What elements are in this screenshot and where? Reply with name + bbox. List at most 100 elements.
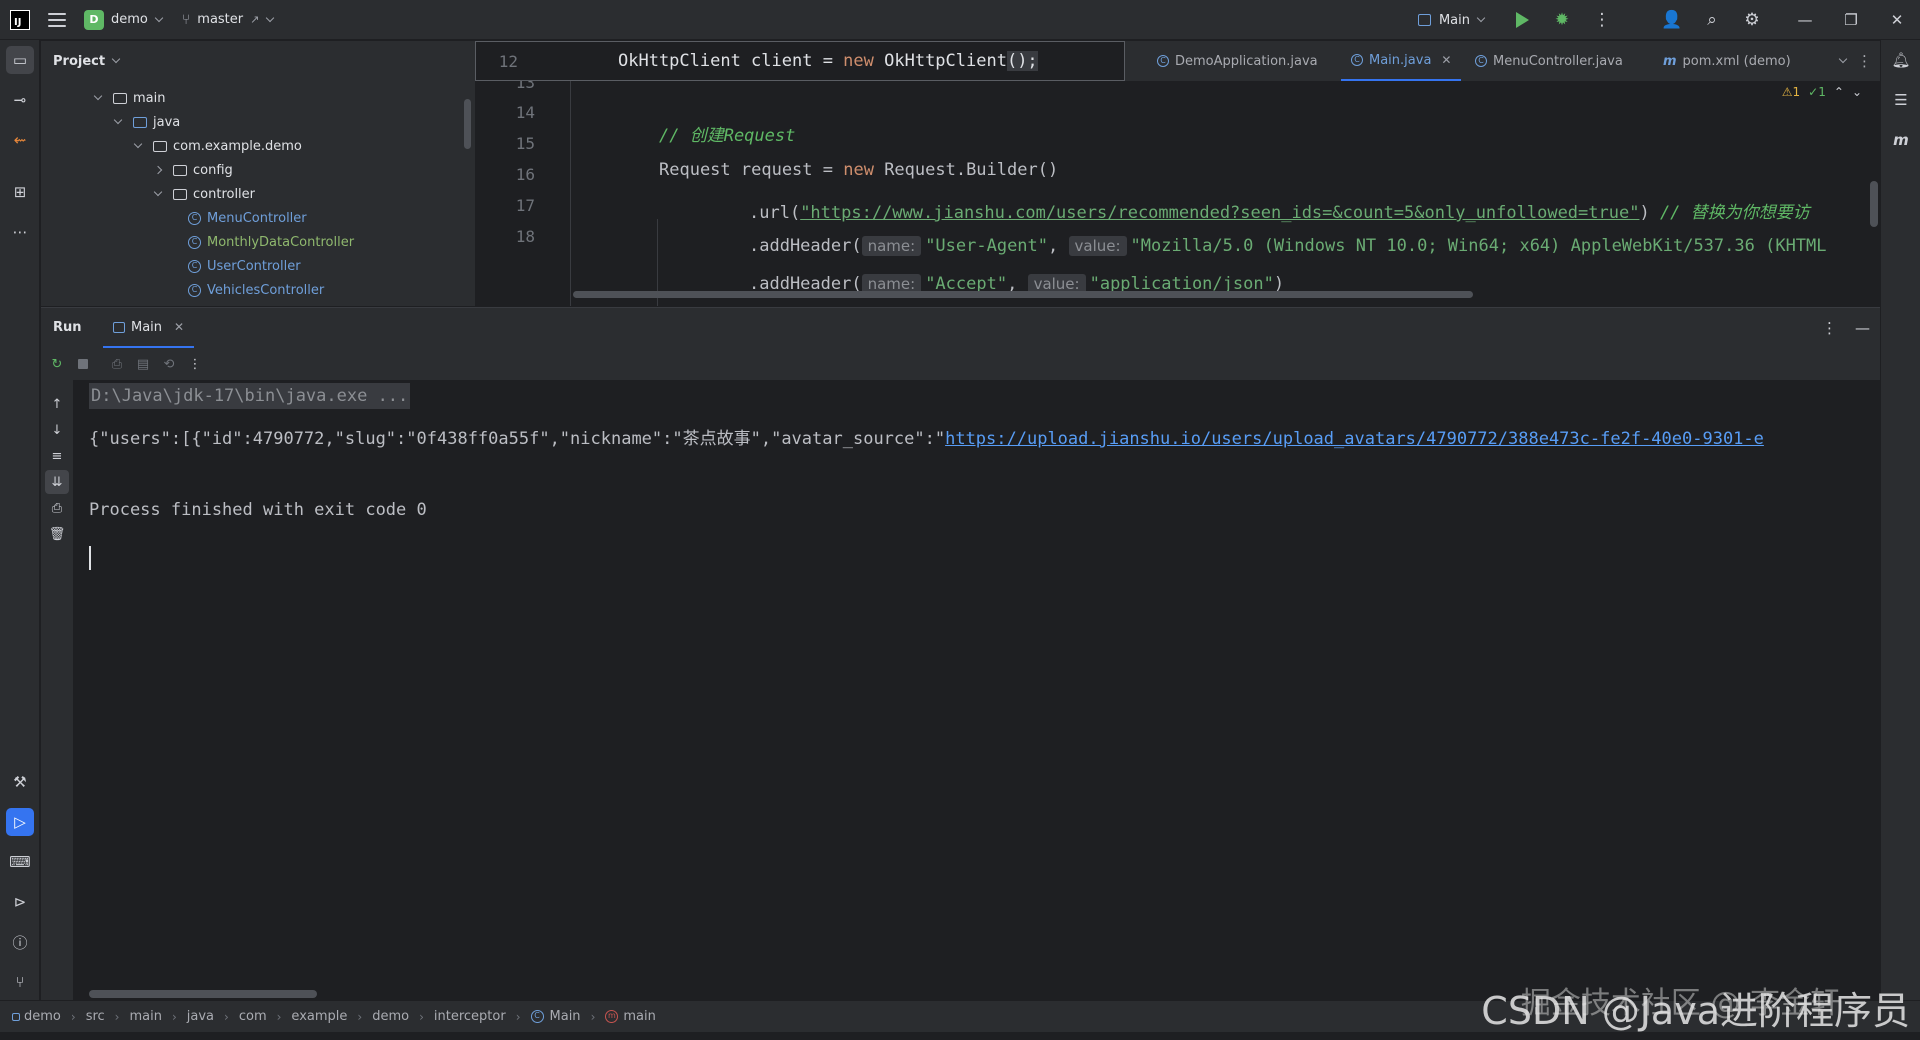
up-arrow-icon[interactable]: ↑: [45, 392, 69, 416]
console-link[interactable]: https://upload.jianshu.io/users/upload_a…: [945, 429, 1764, 449]
structure-icon[interactable]: ⊞: [6, 178, 34, 206]
git-icon[interactable]: ⑂: [6, 968, 34, 996]
tree-item-label: VehiclesController: [207, 282, 325, 298]
project-badge[interactable]: D: [84, 9, 104, 30]
breadcrumb-demo-package[interactable]: demo: [372, 1009, 409, 1024]
settings-gear-icon[interactable]: ⚙: [1732, 0, 1772, 40]
class-icon: C: [1351, 54, 1363, 66]
tab-list-dropdown[interactable]: [1832, 41, 1848, 81]
console-output-line: {"users":[{"id":4790772,"slug":"0f438ff0…: [89, 424, 1764, 449]
soft-wrap-icon[interactable]: ≡: [45, 444, 69, 468]
breadcrumb-main-method[interactable]: m main: [605, 1009, 656, 1024]
breadcrumb-example[interactable]: example: [291, 1009, 347, 1024]
project-name[interactable]: demo: [111, 12, 148, 27]
intellij-logo-icon[interactable]: IJ: [10, 9, 30, 30]
chevron-down-icon[interactable]: [111, 54, 121, 64]
project-scrollbar[interactable]: [464, 99, 471, 149]
terminal-icon[interactable]: ⌨: [6, 848, 34, 876]
stop-button[interactable]: [71, 352, 95, 376]
inspection-widget[interactable]: ⚠1 ✓1 ⌃ ⌄: [1782, 85, 1862, 99]
project-panel-header[interactable]: Project: [41, 41, 475, 81]
maven-icon[interactable]: m: [1887, 126, 1915, 154]
breadcrumb-main[interactable]: main: [129, 1009, 161, 1024]
debug-button[interactable]: ✹: [1542, 0, 1582, 40]
problems-icon[interactable]: ⓘ: [6, 928, 34, 956]
tab-demo-application[interactable]: C DemoApplication.java: [1157, 41, 1318, 81]
code-token: .url(: [749, 203, 801, 223]
more-tools-icon[interactable]: ⋯: [6, 218, 34, 246]
expand-arrow-icon[interactable]: [133, 139, 143, 149]
run-configuration-selector[interactable]: Main: [1417, 13, 1486, 28]
project-panel: Project main java com.example.demo confi…: [41, 41, 475, 306]
tree-item-class[interactable]: C VehiclesController: [188, 278, 324, 302]
commit-icon[interactable]: ⊸: [6, 86, 34, 114]
console-horizontal-scrollbar[interactable]: [89, 990, 317, 998]
restore-window-icon[interactable]: ❐: [1828, 0, 1874, 40]
breadcrumb-src[interactable]: src: [86, 1009, 105, 1024]
collapse-arrow-icon[interactable]: [153, 165, 163, 175]
print-icon[interactable]: ⎙: [45, 496, 69, 520]
expand-arrow-icon[interactable]: [153, 187, 163, 197]
more-actions-icon[interactable]: ⋮: [183, 352, 207, 376]
more-options-icon[interactable]: ⋮: [1822, 319, 1837, 337]
database-icon[interactable]: ☰: [1887, 86, 1915, 114]
run-tool-icon[interactable]: ▷: [6, 808, 34, 836]
tree-item-class[interactable]: C MonthlyDataController: [188, 230, 354, 254]
trash-icon[interactable]: 🗑︎: [45, 522, 69, 546]
breadcrumb-main-class[interactable]: C Main: [530, 1009, 581, 1024]
branch-name[interactable]: master: [197, 12, 243, 27]
main-menu-icon[interactable]: [48, 12, 66, 27]
add-user-icon[interactable]: 👤: [1652, 0, 1692, 40]
class-icon: C: [530, 1010, 544, 1023]
breadcrumb-demo[interactable]: demo: [12, 1009, 61, 1024]
editor-vertical-scrollbar[interactable]: [1870, 181, 1878, 227]
console-command[interactable]: D:\Java\jdk-17\bin\java.exe ...: [89, 383, 411, 409]
tree-item-java[interactable]: java: [113, 110, 180, 134]
close-tab-icon[interactable]: ✕: [1441, 53, 1451, 67]
chevron-down-icon[interactable]: [154, 13, 164, 22]
search-icon[interactable]: ⌕: [1692, 0, 1732, 40]
tree-item-package[interactable]: com.example.demo: [133, 134, 302, 158]
rerun-icon[interactable]: ↻: [45, 352, 69, 376]
scroll-to-end-icon[interactable]: ⇊: [45, 470, 69, 494]
tab-menu-controller[interactable]: C MenuController.java: [1475, 41, 1623, 81]
tab-more-options-icon[interactable]: ⋮: [1857, 41, 1872, 81]
minimize-window-icon[interactable]: —: [1782, 0, 1828, 40]
expand-arrow-icon[interactable]: [113, 115, 123, 125]
project-tool-folder-icon[interactable]: ▭: [6, 46, 34, 74]
tree-item-main[interactable]: main: [93, 86, 165, 110]
more-actions-button[interactable]: ⋮: [1582, 0, 1622, 40]
restore-layout-icon[interactable]: ⟲: [157, 352, 181, 376]
dump-threads-icon[interactable]: ▤: [131, 352, 155, 376]
expand-arrow-icon[interactable]: [93, 91, 103, 101]
down-arrow-icon[interactable]: ↓: [45, 418, 69, 442]
services-icon[interactable]: ⊳: [6, 888, 34, 916]
breadcrumb-com[interactable]: com: [239, 1009, 267, 1024]
console-text: {"users":[{"id":4790772,"slug":"0f438ff0…: [89, 429, 946, 449]
run-tab-main[interactable]: Main ✕: [103, 308, 195, 348]
tab-main-java[interactable]: C Main.java ✕: [1341, 41, 1462, 81]
tree-item-controller[interactable]: controller: [153, 182, 255, 206]
breadcrumb-interceptor[interactable]: interceptor: [434, 1009, 506, 1024]
vcs-pull-icon[interactable]: ⇜: [6, 126, 34, 154]
tree-item-class[interactable]: C UserController: [188, 254, 301, 278]
breadcrumb-java[interactable]: java: [187, 1009, 214, 1024]
build-hammer-icon[interactable]: ⚒: [6, 768, 34, 796]
tree-item-class[interactable]: C MenuController: [188, 206, 307, 230]
hide-panel-icon[interactable]: —: [1855, 319, 1870, 337]
run-button[interactable]: [1502, 0, 1542, 40]
code-line-14: // 创建Request: [659, 121, 795, 146]
editor-horizontal-scrollbar[interactable]: [573, 291, 1473, 298]
tree-item-config[interactable]: config: [153, 158, 233, 182]
url-string-token[interactable]: "https://www.jianshu.com/users/recommend…: [800, 203, 1639, 223]
camera-icon[interactable]: ⎙: [105, 352, 129, 376]
chevron-down-icon[interactable]: [266, 13, 275, 22]
close-tab-icon[interactable]: ✕: [174, 320, 184, 334]
tab-pom-xml[interactable]: m pom.xml (demo): [1663, 41, 1791, 81]
code-editor[interactable]: C DemoApplication.java C Main.java ✕ C M…: [475, 41, 1880, 306]
prev-highlight-icon[interactable]: ⌃: [1834, 85, 1844, 99]
notifications-bell-icon[interactable]: 🔔︎: [1887, 46, 1915, 74]
next-highlight-icon[interactable]: ⌄: [1852, 85, 1862, 99]
sticky-scroll-line[interactable]: 12 OkHttpClient client = new OkHttpClien…: [475, 41, 1125, 81]
close-window-icon[interactable]: ✕: [1874, 0, 1920, 40]
